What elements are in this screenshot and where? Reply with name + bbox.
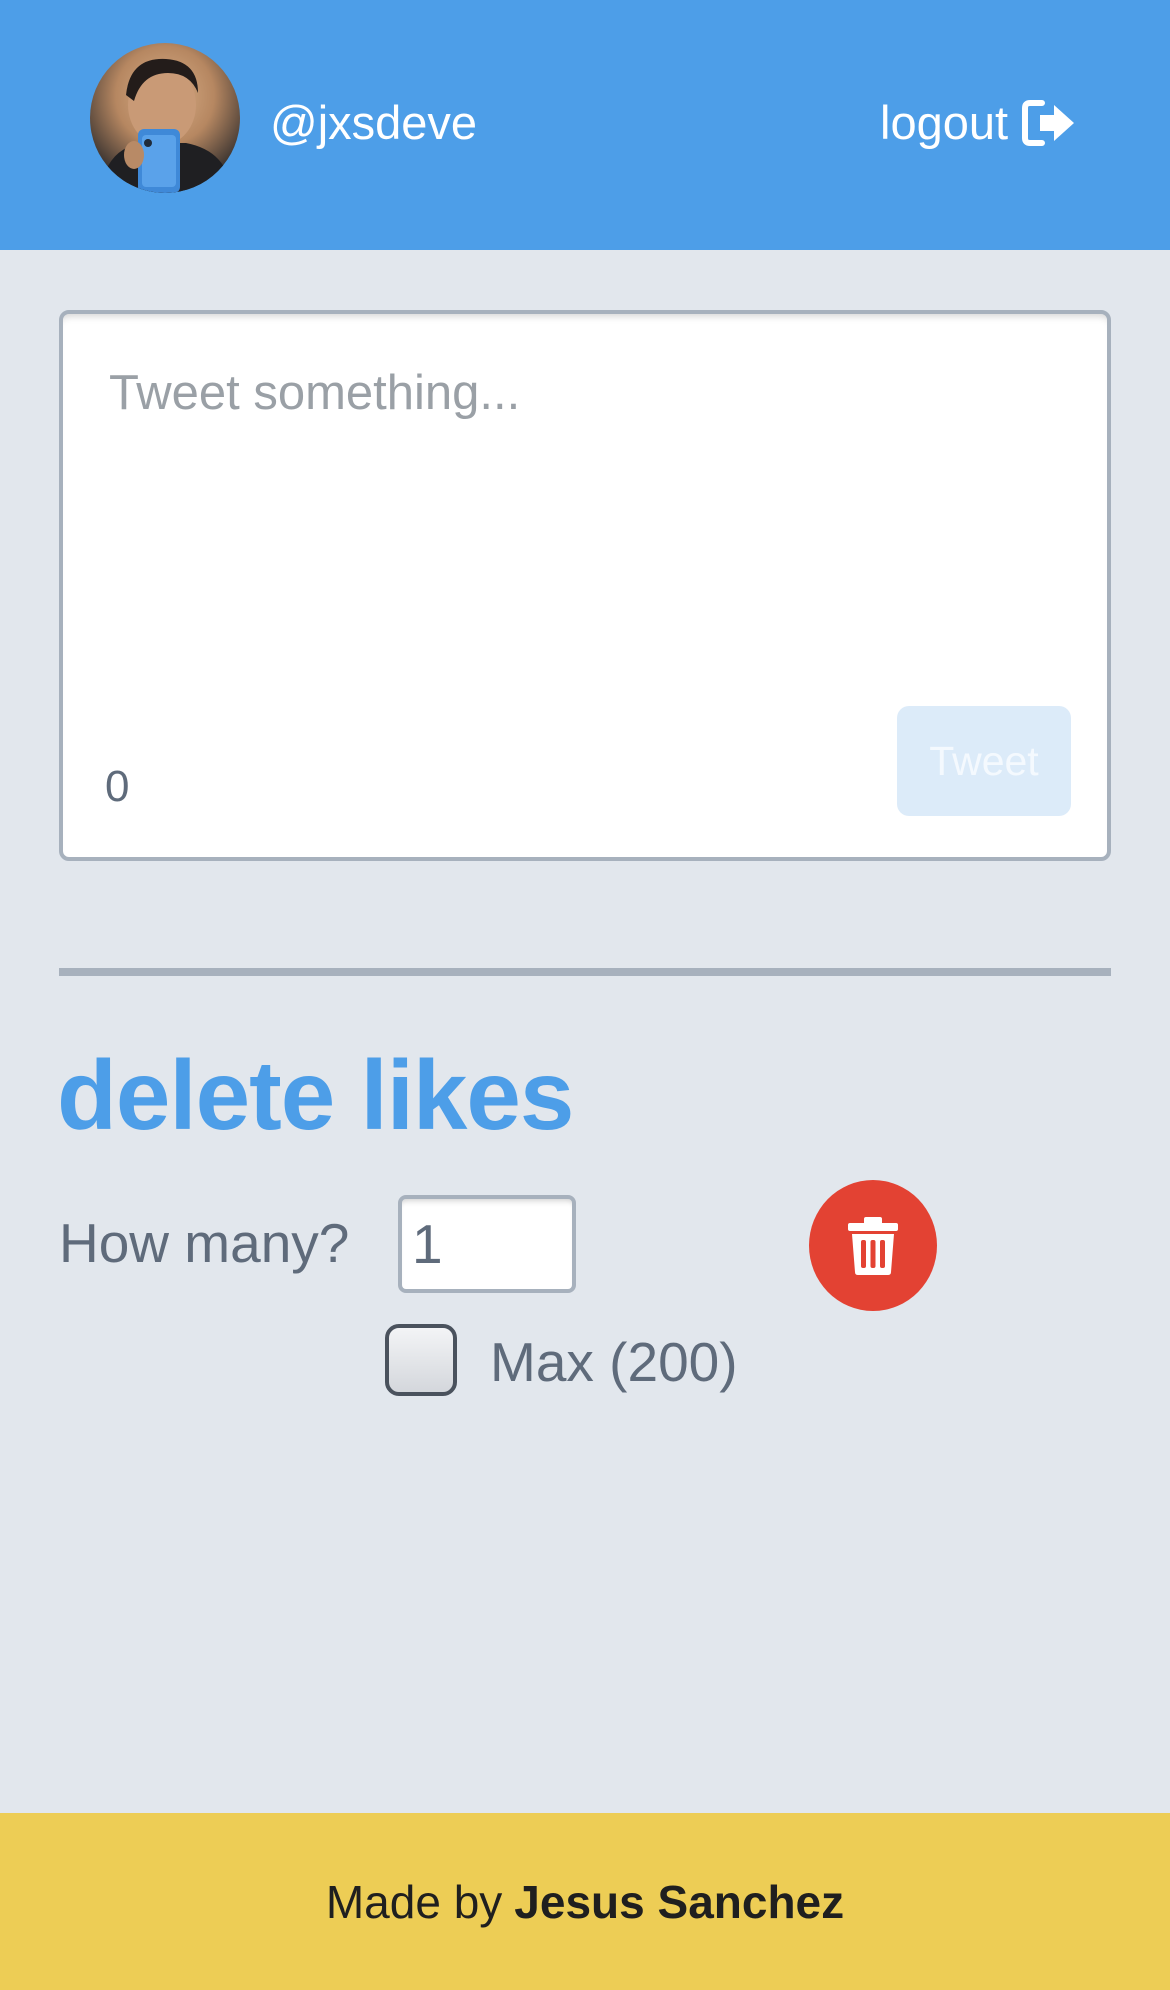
how-many-label: How many? xyxy=(59,1212,350,1274)
section-divider xyxy=(59,968,1111,976)
max-label: Max (200) xyxy=(490,1331,738,1393)
max-checkbox[interactable] xyxy=(385,1324,457,1396)
made-by-label: Made by xyxy=(325,1875,503,1928)
character-count: 0 xyxy=(105,762,130,811)
tweet-composer: 0 Tweet xyxy=(59,310,1111,861)
delete-likes-title: delete likes xyxy=(57,1040,574,1150)
author-name: Jesus Sanchez xyxy=(514,1875,845,1928)
page-footer: Made by Jesus Sanchez xyxy=(0,1813,1170,1990)
tweet-button[interactable]: Tweet xyxy=(897,706,1071,816)
user-avatar[interactable] xyxy=(90,43,240,193)
tweet-input[interactable] xyxy=(109,364,1059,704)
logout-label: logout xyxy=(880,96,1009,149)
logout-button[interactable]: logout xyxy=(880,95,1076,151)
delete-likes-button[interactable] xyxy=(809,1180,937,1311)
avatar-photo xyxy=(100,58,232,193)
username-label: @jxsdeve xyxy=(270,96,478,149)
how-many-input[interactable] xyxy=(398,1195,576,1293)
app-header: @jxsdeve logout xyxy=(0,0,1170,250)
trash-icon xyxy=(848,1216,898,1275)
sign-out-icon xyxy=(1022,100,1075,146)
